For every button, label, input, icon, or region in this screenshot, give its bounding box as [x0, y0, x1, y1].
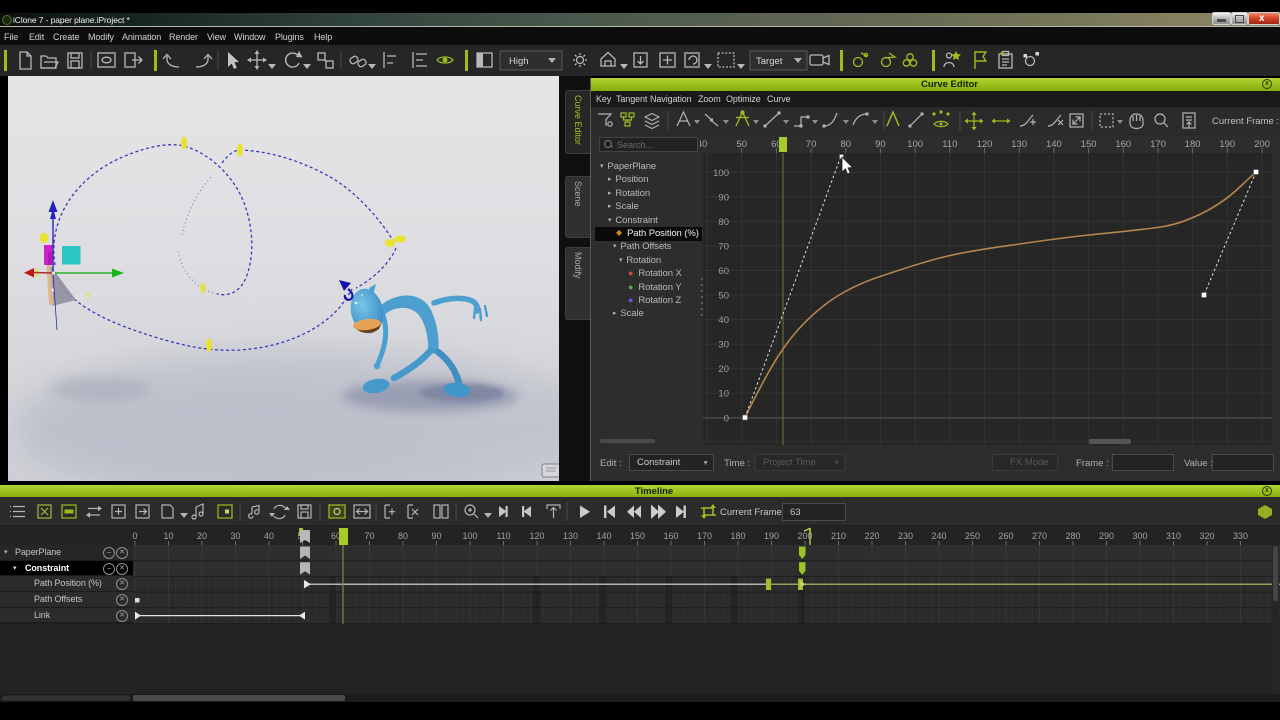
svg-text:30: 30	[718, 340, 729, 351]
svg-text:120: 120	[529, 531, 544, 541]
svg-text:210: 210	[831, 531, 846, 541]
svg-text:170: 170	[697, 531, 712, 541]
svg-text:20: 20	[197, 531, 207, 541]
svg-text:80: 80	[398, 531, 408, 541]
svg-text:50: 50	[718, 291, 729, 302]
svg-text:190: 190	[764, 531, 779, 541]
svg-text:280: 280	[1065, 531, 1080, 541]
svg-text:40: 40	[718, 315, 729, 326]
svg-text:310: 310	[1166, 531, 1181, 541]
svg-text:230: 230	[898, 531, 913, 541]
svg-text:90: 90	[718, 192, 729, 203]
svg-text:100: 100	[462, 531, 477, 541]
svg-text:220: 220	[864, 531, 879, 541]
svg-text:240: 240	[931, 531, 946, 541]
svg-text:70: 70	[718, 241, 729, 252]
svg-text:10: 10	[163, 531, 173, 541]
svg-text:40: 40	[700, 139, 707, 150]
svg-text:90: 90	[431, 531, 441, 541]
svg-text:130: 130	[563, 531, 578, 541]
svg-text:70: 70	[364, 531, 374, 541]
svg-text:Target: Target	[756, 56, 783, 67]
svg-text:180: 180	[730, 531, 745, 541]
svg-text:330: 330	[1233, 531, 1248, 541]
svg-text:140: 140	[596, 531, 611, 541]
svg-text:150: 150	[630, 531, 645, 541]
svg-text:0: 0	[724, 413, 729, 424]
svg-text:20: 20	[718, 364, 729, 375]
svg-text:0: 0	[132, 531, 137, 541]
svg-text:10: 10	[718, 389, 729, 400]
svg-text:60: 60	[718, 266, 729, 277]
svg-text:110: 110	[496, 531, 510, 541]
svg-text:260: 260	[998, 531, 1013, 541]
svg-text:100: 100	[713, 168, 729, 179]
svg-text:320: 320	[1199, 531, 1214, 541]
svg-text:30: 30	[230, 531, 240, 541]
svg-text:250: 250	[965, 531, 980, 541]
svg-text:80: 80	[718, 217, 729, 228]
svg-text:270: 270	[1032, 531, 1047, 541]
svg-text:300: 300	[1132, 531, 1147, 541]
svg-text:290: 290	[1099, 531, 1114, 541]
svg-text:40: 40	[264, 531, 274, 541]
svg-text:160: 160	[663, 531, 678, 541]
svg-text:High: High	[509, 56, 529, 67]
